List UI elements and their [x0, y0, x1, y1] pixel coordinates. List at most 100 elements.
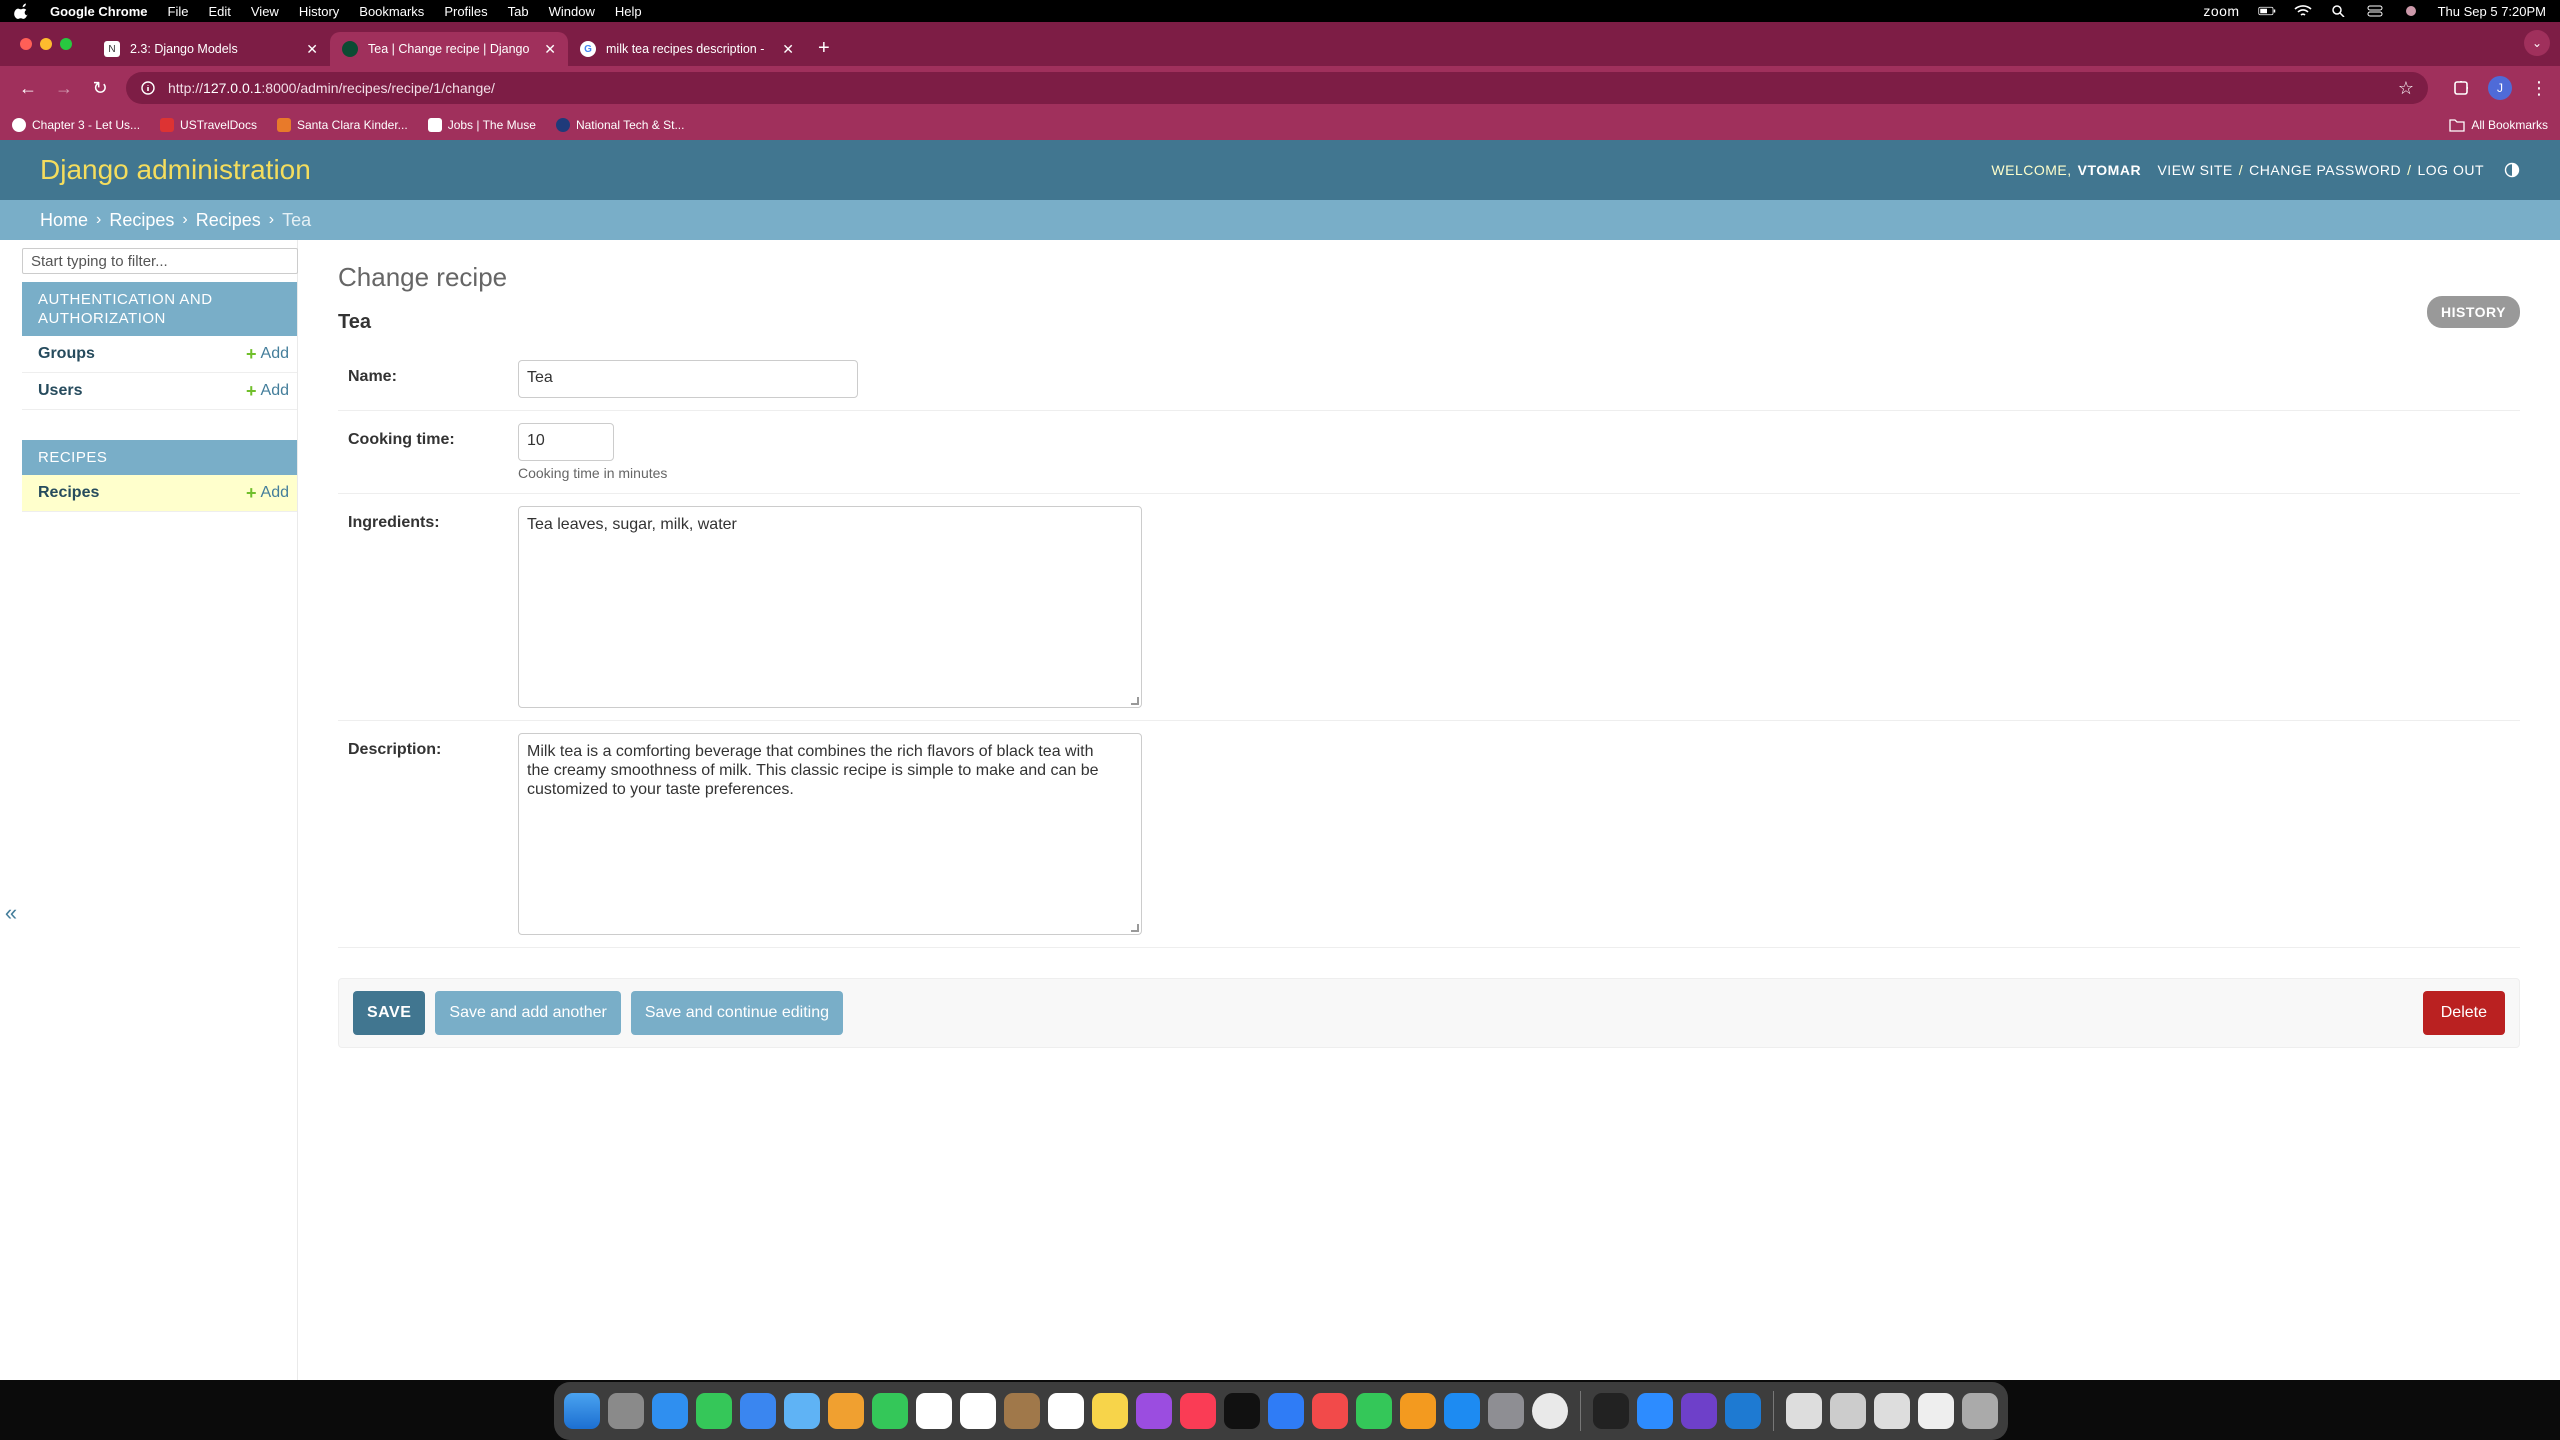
launchpad-icon[interactable]: [608, 1393, 644, 1429]
menu-history[interactable]: History: [299, 4, 339, 19]
close-tab-icon[interactable]: ✕: [782, 41, 794, 58]
bookmark-item[interactable]: National Tech & St...: [555, 118, 684, 132]
finder-icon[interactable]: [564, 1393, 600, 1429]
save-and-continue-button[interactable]: Save and continue editing: [630, 991, 843, 1035]
menu-window[interactable]: Window: [549, 4, 595, 19]
breadcrumb-model[interactable]: Recipes: [196, 210, 261, 231]
delete-button[interactable]: Delete: [2422, 991, 2505, 1035]
resize-handle-icon[interactable]: [1131, 924, 1139, 932]
vscode-icon[interactable]: [1725, 1393, 1761, 1429]
breadcrumb-home[interactable]: Home: [40, 210, 88, 231]
users-link[interactable]: Users: [38, 382, 82, 400]
name-input[interactable]: Tea: [518, 360, 858, 398]
nav-filter-input[interactable]: Start typing to filter...: [22, 248, 298, 274]
close-tab-icon[interactable]: ✕: [544, 41, 556, 58]
menu-profiles[interactable]: Profiles: [444, 4, 487, 19]
bookmark-item[interactable]: Jobs | The Muse: [427, 118, 536, 132]
pages-icon[interactable]: [1400, 1393, 1436, 1429]
add-recipe-link[interactable]: + Add: [246, 483, 289, 504]
maps-icon[interactable]: [784, 1393, 820, 1429]
theme-toggle-icon[interactable]: [2504, 162, 2520, 178]
zoom-icon[interactable]: [1637, 1393, 1673, 1429]
view-site-link[interactable]: View site: [2157, 162, 2232, 178]
photos-icon[interactable]: [828, 1393, 864, 1429]
bookmark-star-icon[interactable]: ☆: [2398, 78, 2414, 99]
spotlight-search-icon[interactable]: [2330, 5, 2348, 17]
apple-tv-icon[interactable]: [1224, 1393, 1260, 1429]
terminal-icon[interactable]: [1593, 1393, 1629, 1429]
menu-app-name[interactable]: Google Chrome: [50, 4, 148, 19]
downloads-stack-icon[interactable]: [1830, 1393, 1866, 1429]
zoom-window-button[interactable]: [60, 38, 72, 50]
module-caption[interactable]: Authentication and Authorization: [22, 282, 297, 336]
calendar-icon[interactable]: [960, 1393, 996, 1429]
menu-view[interactable]: View: [251, 4, 279, 19]
close-tab-icon[interactable]: ✕: [306, 41, 318, 58]
bookmark-item[interactable]: USTravelDocs: [160, 118, 257, 132]
siri-icon[interactable]: [2402, 5, 2420, 17]
music-icon[interactable]: [1180, 1393, 1216, 1429]
freeform-icon[interactable]: [916, 1393, 952, 1429]
apple-icon[interactable]: [14, 3, 30, 19]
document-icon[interactable]: [1786, 1393, 1822, 1429]
bookmark-item[interactable]: Chapter 3 - Let Us...: [12, 118, 140, 132]
module-caption[interactable]: Recipes: [22, 440, 297, 475]
all-bookmarks[interactable]: All Bookmarks: [2449, 118, 2548, 132]
menu-help[interactable]: Help: [615, 4, 642, 19]
close-window-button[interactable]: [20, 38, 32, 50]
ingredients-textarea[interactable]: Tea leaves, sugar, milk, water: [518, 506, 1142, 708]
battery-icon[interactable]: [2257, 5, 2276, 17]
numbers-icon[interactable]: [1356, 1393, 1392, 1429]
reminders-icon[interactable]: [1048, 1393, 1084, 1429]
profile-avatar[interactable]: J: [2488, 76, 2512, 100]
app-store-icon[interactable]: [1444, 1393, 1480, 1429]
menu-edit[interactable]: Edit: [208, 4, 230, 19]
messages-icon[interactable]: [696, 1393, 732, 1429]
browser-tab[interactable]: G milk tea recipes description - ✕: [568, 32, 806, 66]
new-tab-icon[interactable]: +: [818, 37, 830, 60]
news-icon[interactable]: [1312, 1393, 1348, 1429]
minimize-window-button[interactable]: [40, 38, 52, 50]
safari-icon[interactable]: [652, 1393, 688, 1429]
breadcrumb-app[interactable]: Recipes: [109, 210, 174, 231]
extensions-puzzle-icon[interactable]: [2452, 79, 2470, 97]
menu-tab[interactable]: Tab: [508, 4, 529, 19]
github-desktop-icon[interactable]: [1681, 1393, 1717, 1429]
facetime-icon[interactable]: [872, 1393, 908, 1429]
system-settings-icon[interactable]: [1488, 1393, 1524, 1429]
trash-icon[interactable]: [1962, 1393, 1998, 1429]
chrome-menu-icon[interactable]: ⋮: [2530, 78, 2548, 99]
bookmark-item[interactable]: Santa Clara Kinder...: [276, 118, 408, 132]
back-arrow-icon[interactable]: ←: [12, 72, 44, 104]
save-button[interactable]: Save: [353, 991, 426, 1035]
add-user-link[interactable]: + Add: [246, 381, 289, 402]
toggle-sidebar-icon[interactable]: «: [0, 900, 22, 926]
change-password-link[interactable]: Change password: [2249, 162, 2401, 178]
reload-icon[interactable]: ↻: [84, 72, 116, 104]
log-out-link[interactable]: Log out: [2417, 162, 2484, 178]
add-group-link[interactable]: + Add: [246, 344, 289, 365]
notes-icon[interactable]: [1092, 1393, 1128, 1429]
menu-bookmarks[interactable]: Bookmarks: [359, 4, 424, 19]
description-textarea[interactable]: Milk tea is a comforting beverage that c…: [518, 733, 1142, 935]
recipes-link[interactable]: Recipes: [38, 484, 99, 502]
podcasts-icon[interactable]: [1136, 1393, 1172, 1429]
contacts-icon[interactable]: [1004, 1393, 1040, 1429]
control-center-icon[interactable]: [2366, 5, 2384, 17]
keynote-icon[interactable]: [1268, 1393, 1304, 1429]
forward-arrow-icon[interactable]: →: [48, 72, 80, 104]
save-and-add-another-button[interactable]: Save and add another: [435, 991, 621, 1035]
site-branding[interactable]: Django administration: [40, 154, 311, 186]
browser-tab[interactable]: N 2.3: Django Models ✕: [92, 32, 330, 66]
resize-handle-icon[interactable]: [1131, 697, 1139, 705]
site-info-icon[interactable]: [140, 80, 156, 96]
cooking-time-input[interactable]: 10: [518, 423, 614, 461]
history-button[interactable]: History: [2427, 296, 2520, 328]
address-bar[interactable]: http://127.0.0.1:8000/admin/recipes/reci…: [126, 72, 2428, 104]
browser-tab-active[interactable]: Tea | Change recipe | Django ✕: [330, 32, 568, 66]
mail-icon[interactable]: [740, 1393, 776, 1429]
menu-file[interactable]: File: [168, 4, 189, 19]
screenshot-stack-icon[interactable]: [1874, 1393, 1910, 1429]
wifi-icon[interactable]: [2294, 5, 2312, 17]
recent-document-icon[interactable]: [1918, 1393, 1954, 1429]
